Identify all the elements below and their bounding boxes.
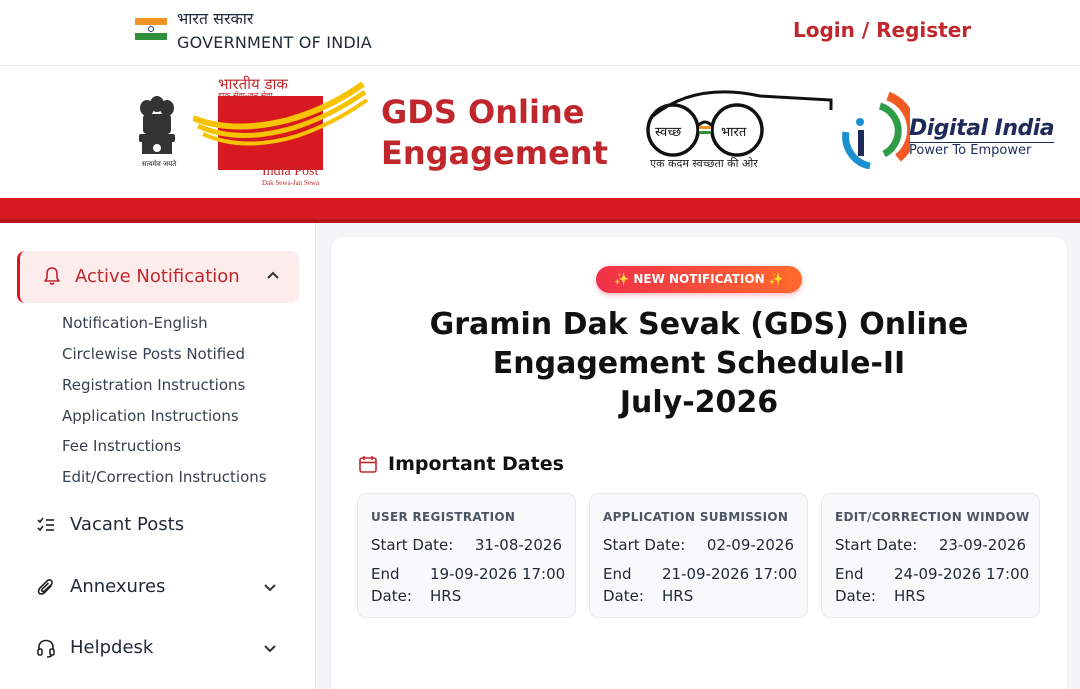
headset-icon: [37, 639, 55, 658]
paperclip-icon: [37, 579, 53, 595]
title-line: Engagement Schedule-II: [492, 346, 906, 381]
date-box-edit-correction-window: EDIT/CORRECTION WINDOW Start Date: 23-09…: [821, 493, 1040, 618]
sidebar-subitem-circlewise-posts[interactable]: Circlewise Posts Notified: [62, 345, 245, 363]
emblem-caption: सत्यमेव जयते: [141, 160, 177, 168]
gov-english-label: GOVERNMENT OF INDIA: [177, 33, 372, 52]
notification-card: ✨ NEW NOTIFICATION ✨ Gramin Dak Sevak (G…: [331, 237, 1067, 689]
start-date-label: Start Date:: [371, 536, 454, 554]
sidebar-subitem-application-instructions[interactable]: Application Instructions: [62, 407, 239, 425]
start-date-value: 31-08-2026: [474, 536, 562, 554]
title-line: July-2026: [619, 385, 779, 420]
sidebar-subitem-notification-english[interactable]: Notification-English: [62, 314, 208, 332]
digital-india-title: Digital India: [909, 116, 1055, 143]
header-banner: सत्यमेव जयते भारतीय डाक डाक सेवा-जन सेवा…: [0, 66, 1080, 198]
new-notification-badge: ✨ NEW NOTIFICATION ✨: [596, 266, 802, 293]
calendar-icon: [359, 456, 377, 473]
india-post-hindi-sub: डाक सेवा-जन सेवा: [218, 91, 273, 100]
header-divider-bar: [0, 198, 1080, 223]
sidebar-subitem-fee-instructions[interactable]: Fee Instructions: [62, 437, 181, 455]
gov-strip: भारत सरकार GOVERNMENT OF INDIA Login / R…: [0, 0, 1080, 66]
page-title: Gramin Dak Sevak (GDS) Online Engagement…: [391, 305, 1007, 422]
date-box-title: EDIT/CORRECTION WINDOW: [835, 510, 1030, 524]
chevron-down-icon: [264, 645, 276, 653]
national-emblem-icon: [139, 96, 175, 154]
sidebar-item-vacant-posts[interactable]: Vacant Posts: [17, 502, 299, 548]
end-date-label: End Date:: [835, 565, 876, 605]
end-date-label: End Date:: [603, 565, 644, 605]
sidebar-item-label: Active Notification: [75, 266, 240, 287]
india-flag-icon: [135, 18, 167, 40]
chevron-up-icon: [267, 271, 279, 279]
start-date-label: Start Date:: [835, 536, 918, 554]
date-box-application-submission: APPLICATION SUBMISSION Start Date: 02-09…: [589, 493, 808, 618]
end-date-label: End Date:: [371, 565, 412, 605]
date-box-user-registration: USER REGISTRATION Start Date: 31-08-2026…: [357, 493, 576, 618]
end-date-value: 24-09-2026 17:00 HRS: [894, 565, 1030, 605]
important-dates-label: Important Dates: [388, 453, 564, 475]
sidebar-subitem-registration-instructions[interactable]: Registration Instructions: [62, 376, 245, 394]
digital-india-logo-icon: [842, 92, 910, 170]
india-post-name: India Post: [262, 164, 319, 179]
end-date-value: 21-09-2026 17:00 HRS: [662, 565, 798, 605]
digital-india-subtitle: Power To Empower: [909, 143, 1032, 158]
gov-hindi-label: भारत सरकार: [177, 9, 254, 28]
date-box-title: APPLICATION SUBMISSION: [603, 510, 789, 524]
start-date-value: 23-09-2026: [938, 536, 1026, 554]
swachh-left-text: स्वच्छ: [655, 125, 682, 140]
start-date-label: Start Date:: [603, 536, 686, 554]
chevron-down-icon: [264, 584, 276, 592]
sidebar-item-annexures[interactable]: Annexures: [17, 564, 299, 610]
login-register-link[interactable]: Login / Register: [793, 18, 971, 42]
bell-icon: [44, 267, 60, 285]
sidebar: Active Notification Notification-English…: [0, 223, 316, 689]
end-date-value: 19-09-2026 17:00 HRS: [430, 565, 566, 605]
sidebar-item-active-notification[interactable]: Active Notification: [17, 251, 299, 303]
sidebar-item-label: Annexures: [70, 576, 166, 597]
date-box-title: USER REGISTRATION: [371, 510, 516, 524]
swachh-caption: एक कदम स्वच्छता की ओर: [650, 157, 758, 170]
sidebar-item-label: Vacant Posts: [70, 514, 185, 535]
sidebar-item-label: Helpdesk: [70, 637, 154, 658]
sidebar-subitem-edit-correction-instructions[interactable]: Edit/Correction Instructions: [62, 468, 267, 486]
title-line: Gramin Dak Sevak (GDS) Online: [429, 307, 969, 342]
checklist-icon: [37, 517, 54, 532]
start-date-value: 02-09-2026: [706, 536, 794, 554]
swachh-right-text: भारत: [721, 125, 747, 140]
sidebar-item-helpdesk[interactable]: Helpdesk: [17, 625, 299, 671]
india-post-tagline: Dak Sewa-Jan Sewa: [262, 179, 320, 187]
site-title: GDS Online Engagement: [381, 93, 608, 172]
